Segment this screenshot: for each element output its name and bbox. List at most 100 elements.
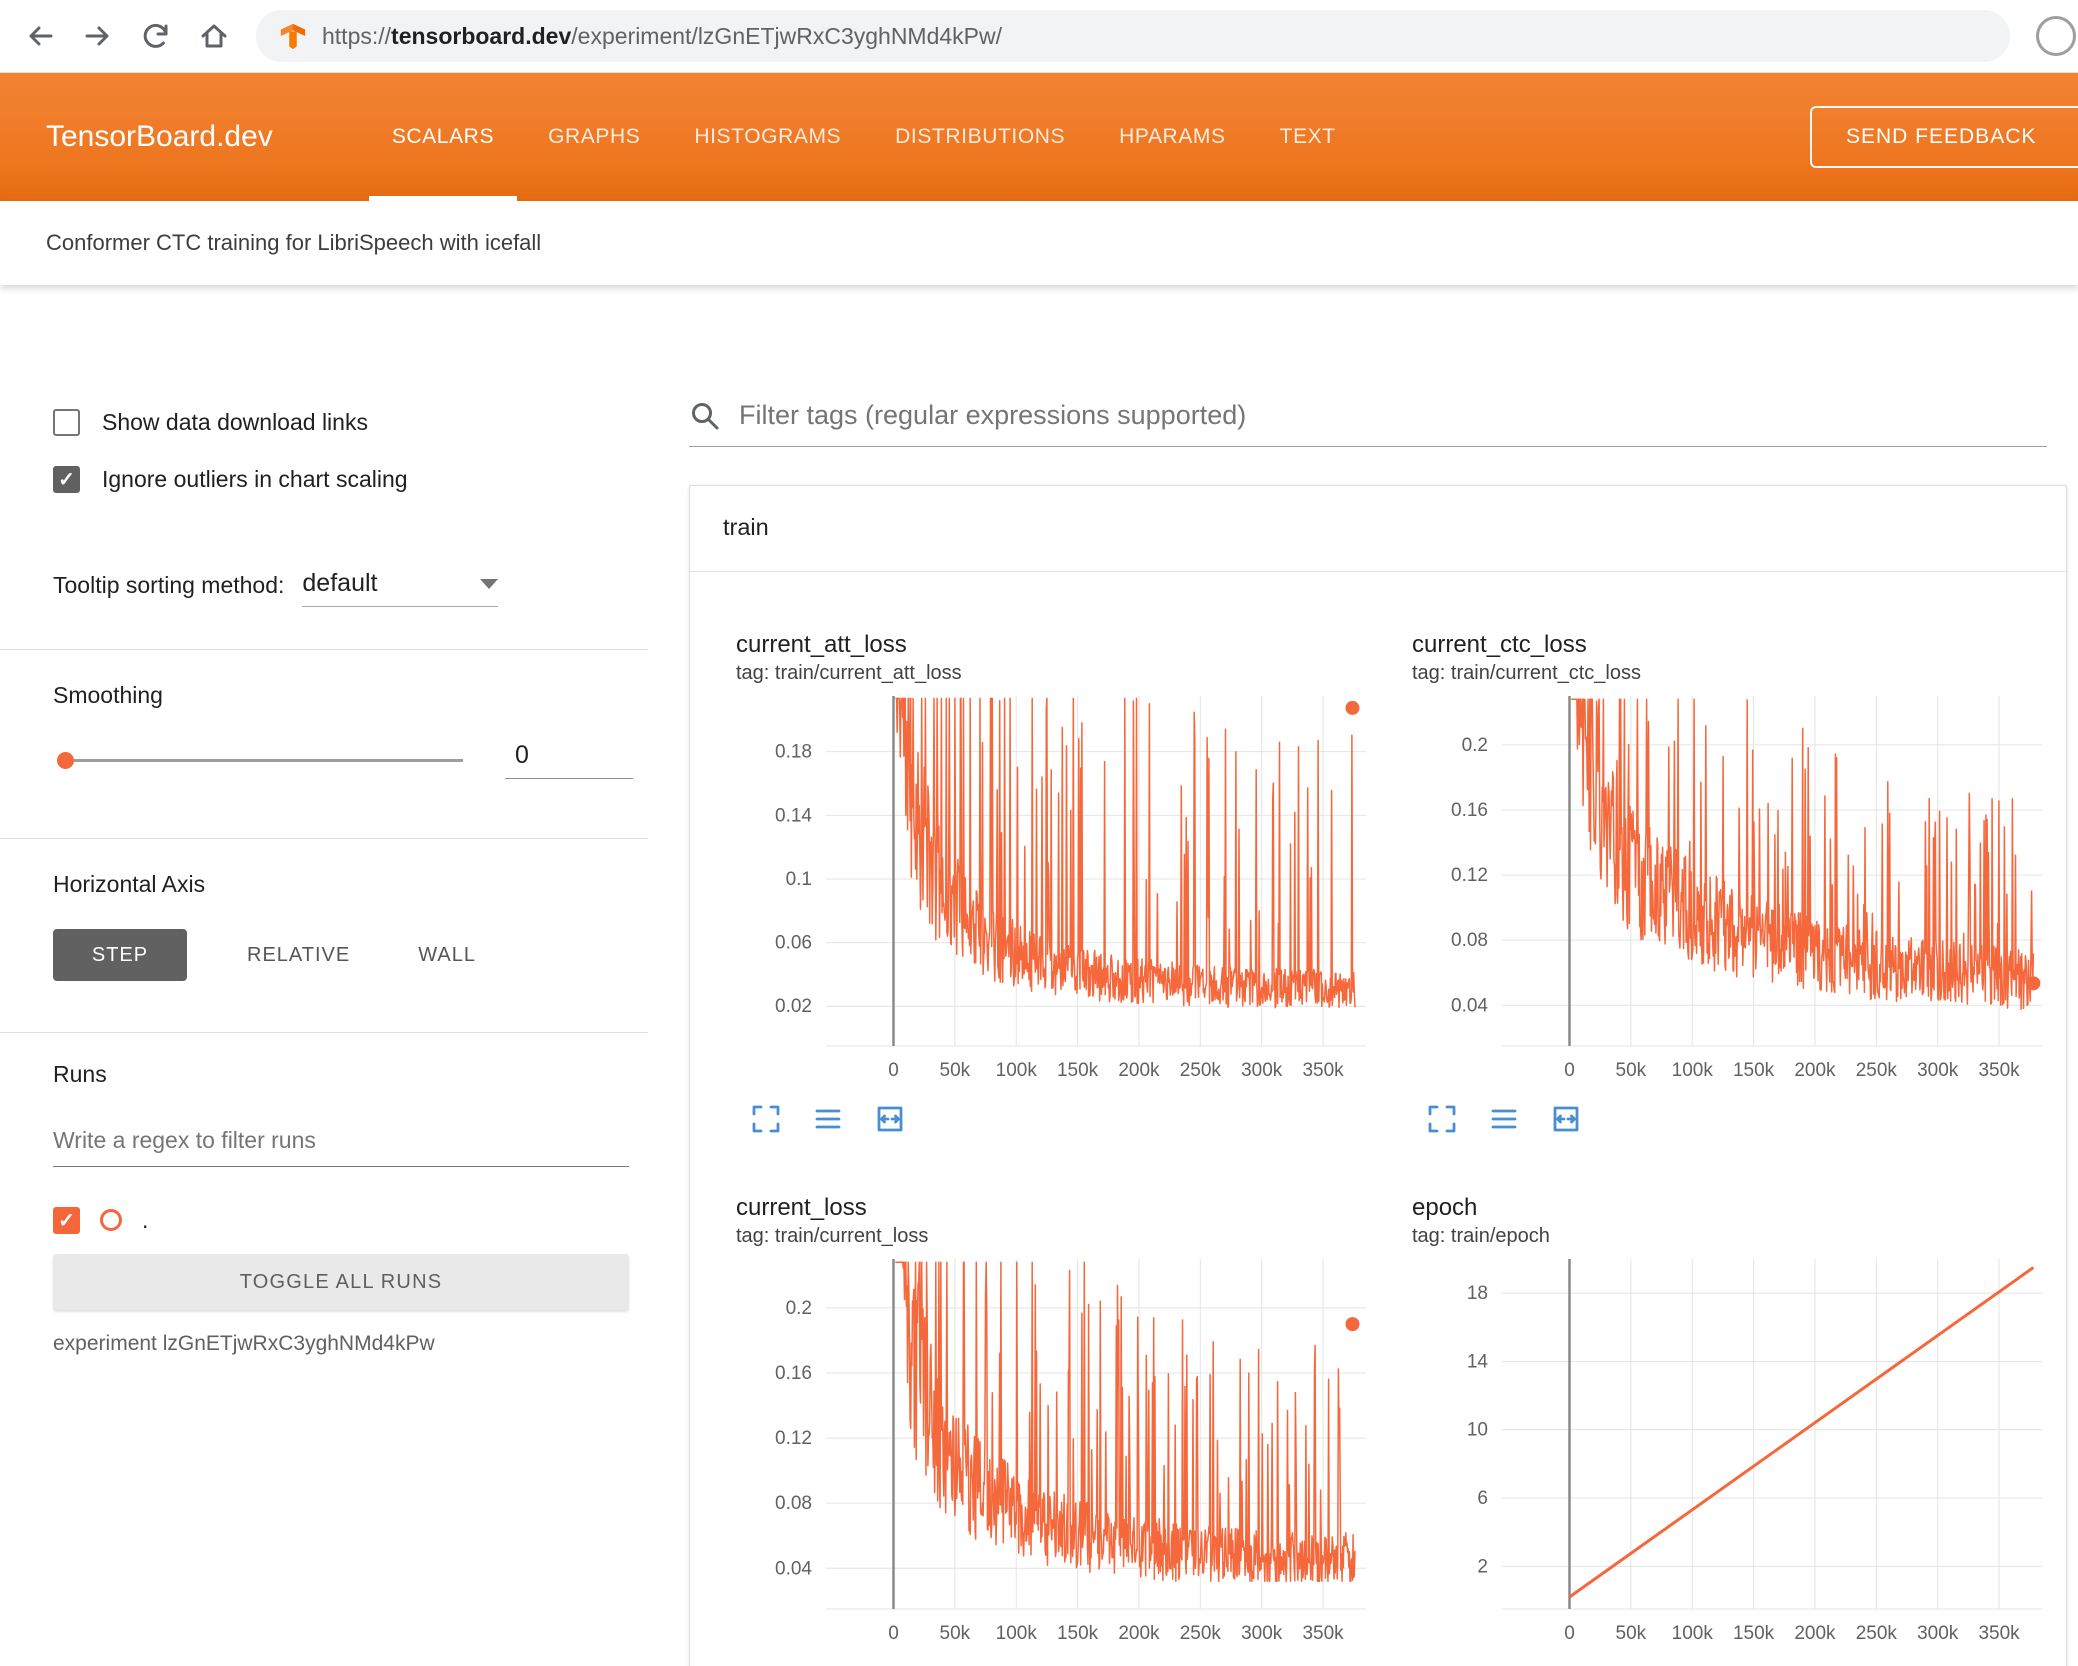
fit-domain-icon[interactable] <box>874 1103 906 1135</box>
chart-toolbar <box>1412 1103 2072 1135</box>
svg-text:0.12: 0.12 <box>1451 865 1488 886</box>
run-list-item: ✓ . <box>53 1201 633 1239</box>
svg-text:0: 0 <box>1564 1060 1575 1081</box>
svg-text:0.2: 0.2 <box>1462 735 1488 756</box>
tab-hparams[interactable]: HPARAMS <box>1092 73 1253 201</box>
tensorboard-favicon <box>280 23 306 50</box>
svg-text:100k: 100k <box>996 1623 1038 1644</box>
svg-text:0.16: 0.16 <box>1451 800 1488 821</box>
chart-canvas[interactable]: 0.04 0.08 0.12 0.16 0.2 0 50k 100k 150k 200k 250k 3… <box>1412 688 2072 1088</box>
svg-text:50k: 50k <box>1616 1623 1647 1644</box>
tooltip-sort-value: default <box>302 569 378 597</box>
forward-icon[interactable] <box>82 20 114 52</box>
axis-option-relative[interactable]: RELATIVE <box>239 929 358 981</box>
chart-tag-subtitle: tag: train/current_loss <box>736 1225 929 1247</box>
run-checkbox[interactable]: ✓ <box>53 1206 80 1234</box>
svg-text:0.18: 0.18 <box>775 742 812 763</box>
ignore-outliers-checkbox[interactable]: ✓ <box>53 465 80 493</box>
main-panel: train current_att_loss tag: train/current… <box>689 286 2078 1666</box>
show-download-checkbox[interactable] <box>53 408 80 436</box>
svg-text:0.06: 0.06 <box>775 933 812 954</box>
svg-text:0.12: 0.12 <box>775 1428 812 1449</box>
experiment-title-bar: Conformer CTC training for LibriSpeech w… <box>0 201 2078 285</box>
svg-text:6: 6 <box>1477 1488 1488 1509</box>
axis-option-step[interactable]: STEP <box>53 929 187 981</box>
svg-text:350k: 350k <box>1302 1060 1344 1081</box>
chart-canvas[interactable]: 2 6 10 14 18 0 50k 100k 150k 200k 250k 300k 350k <box>1412 1251 2072 1651</box>
svg-text:10: 10 <box>1467 1420 1488 1441</box>
svg-text:50k: 50k <box>940 1060 971 1081</box>
chart-canvas[interactable]: 0.02 0.06 0.1 0.14 0.18 0 50k 100k 150k 200k 250k 3… <box>736 688 1396 1088</box>
tab-scalars[interactable]: SCALARS <box>365 73 521 201</box>
url-bar[interactable]: https://tensorboard.dev/experiment/lzGnE… <box>256 10 2010 62</box>
svg-text:0.08: 0.08 <box>1451 930 1488 951</box>
scalar-chart-current_att_loss: current_att_loss tag: train/current_att_l… <box>736 628 1396 1135</box>
chart-toolbar <box>736 1103 1396 1135</box>
fit-domain-icon[interactable] <box>1550 1103 1582 1135</box>
svg-text:200k: 200k <box>1118 1060 1160 1081</box>
svg-text:0.14: 0.14 <box>775 805 812 826</box>
tab-graphs[interactable]: GRAPHS <box>521 73 667 201</box>
run-name: . <box>142 1206 149 1233</box>
send-feedback-button[interactable]: SEND FEEDBACK <box>1810 106 2078 168</box>
header-tabs: SCALARS GRAPHS HISTOGRAMS DISTRIBUTIONS HPAR… <box>365 73 1363 201</box>
divider <box>0 1032 648 1033</box>
last-point-marker <box>2026 976 2041 991</box>
svg-text:150k: 150k <box>1733 1060 1775 1081</box>
toggle-all-runs-button[interactable]: TOGGLE ALL RUNS <box>53 1254 629 1310</box>
tab-distributions[interactable]: DISTRIBUTIONS <box>868 73 1092 201</box>
smoothing-value-input[interactable] <box>505 741 633 779</box>
runs-filter-input[interactable] <box>53 1121 629 1167</box>
chart-title: current_att_loss <box>736 631 907 658</box>
browser-avatar[interactable] <box>2036 16 2076 56</box>
tooltip-sort-row: Tooltip sorting method: default <box>53 561 633 607</box>
data-table-icon[interactable] <box>1488 1103 1520 1135</box>
tooltip-sort-dropdown[interactable]: default <box>302 569 499 607</box>
home-icon[interactable] <box>198 20 230 52</box>
svg-text:300k: 300k <box>1917 1623 1959 1644</box>
svg-text:200k: 200k <box>1118 1623 1160 1644</box>
svg-text:0: 0 <box>888 1623 899 1644</box>
expand-icon[interactable] <box>1426 1103 1458 1135</box>
url-domain: tensorboard.dev <box>391 22 572 49</box>
data-table-icon[interactable] <box>812 1103 844 1135</box>
divider <box>0 649 648 650</box>
svg-text:300k: 300k <box>1241 1623 1283 1644</box>
expand-icon[interactable] <box>750 1103 782 1135</box>
svg-text:0.08: 0.08 <box>775 1493 812 1514</box>
svg-text:50k: 50k <box>1616 1060 1647 1081</box>
app-header: TensorBoard.dev SCALARS GRAPHS HISTOGRAMS D… <box>0 73 2078 201</box>
svg-text:0.04: 0.04 <box>1451 995 1488 1016</box>
scalar-chart-current_ctc_loss: current_ctc_loss tag: train/current_ctc_l… <box>1412 628 2072 1135</box>
svg-text:350k: 350k <box>1978 1060 2020 1081</box>
svg-text:250k: 250k <box>1856 1623 1898 1644</box>
smoothing-row <box>53 741 633 779</box>
reload-icon[interactable] <box>140 20 172 52</box>
tooltip-sort-label: Tooltip sorting method: <box>53 572 285 598</box>
smoothing-slider[interactable] <box>57 750 463 770</box>
chart-canvas[interactable]: 0.04 0.08 0.12 0.16 0.2 0 50k 100k 150k 200k 250k 3… <box>736 1251 1396 1651</box>
svg-text:200k: 200k <box>1794 1623 1836 1644</box>
tag-filter-row <box>689 399 2047 447</box>
smoothing-label: Smoothing <box>53 682 163 708</box>
scalar-chart-current_loss: current_loss tag: train/current_loss 0.04 0… <box>736 1191 1396 1656</box>
smoothing-slider-thumb[interactable] <box>57 752 74 769</box>
chart-title: current_ctc_loss <box>1412 631 1587 658</box>
tab-histograms[interactable]: HISTOGRAMS <box>667 73 868 201</box>
svg-text:100k: 100k <box>1672 1060 1714 1081</box>
show-download-label: Show data download links <box>102 408 368 435</box>
svg-text:0.04: 0.04 <box>775 1558 812 1579</box>
series-line <box>895 1261 1356 1583</box>
ignore-outliers-label: Ignore outliers in chart scaling <box>102 465 408 492</box>
run-color-swatch[interactable] <box>100 1209 122 1231</box>
chart-tag-subtitle: tag: train/current_ctc_loss <box>1412 662 1641 684</box>
svg-text:0.02: 0.02 <box>775 996 812 1017</box>
svg-text:2: 2 <box>1477 1556 1488 1577</box>
svg-text:150k: 150k <box>1057 1060 1099 1081</box>
tab-text[interactable]: TEXT <box>1253 73 1363 201</box>
tag-filter-input[interactable] <box>737 399 2047 432</box>
axis-option-wall[interactable]: WALL <box>410 929 484 981</box>
back-icon[interactable] <box>24 20 56 52</box>
last-point-marker <box>1345 1317 1360 1332</box>
svg-text:200k: 200k <box>1794 1060 1836 1081</box>
